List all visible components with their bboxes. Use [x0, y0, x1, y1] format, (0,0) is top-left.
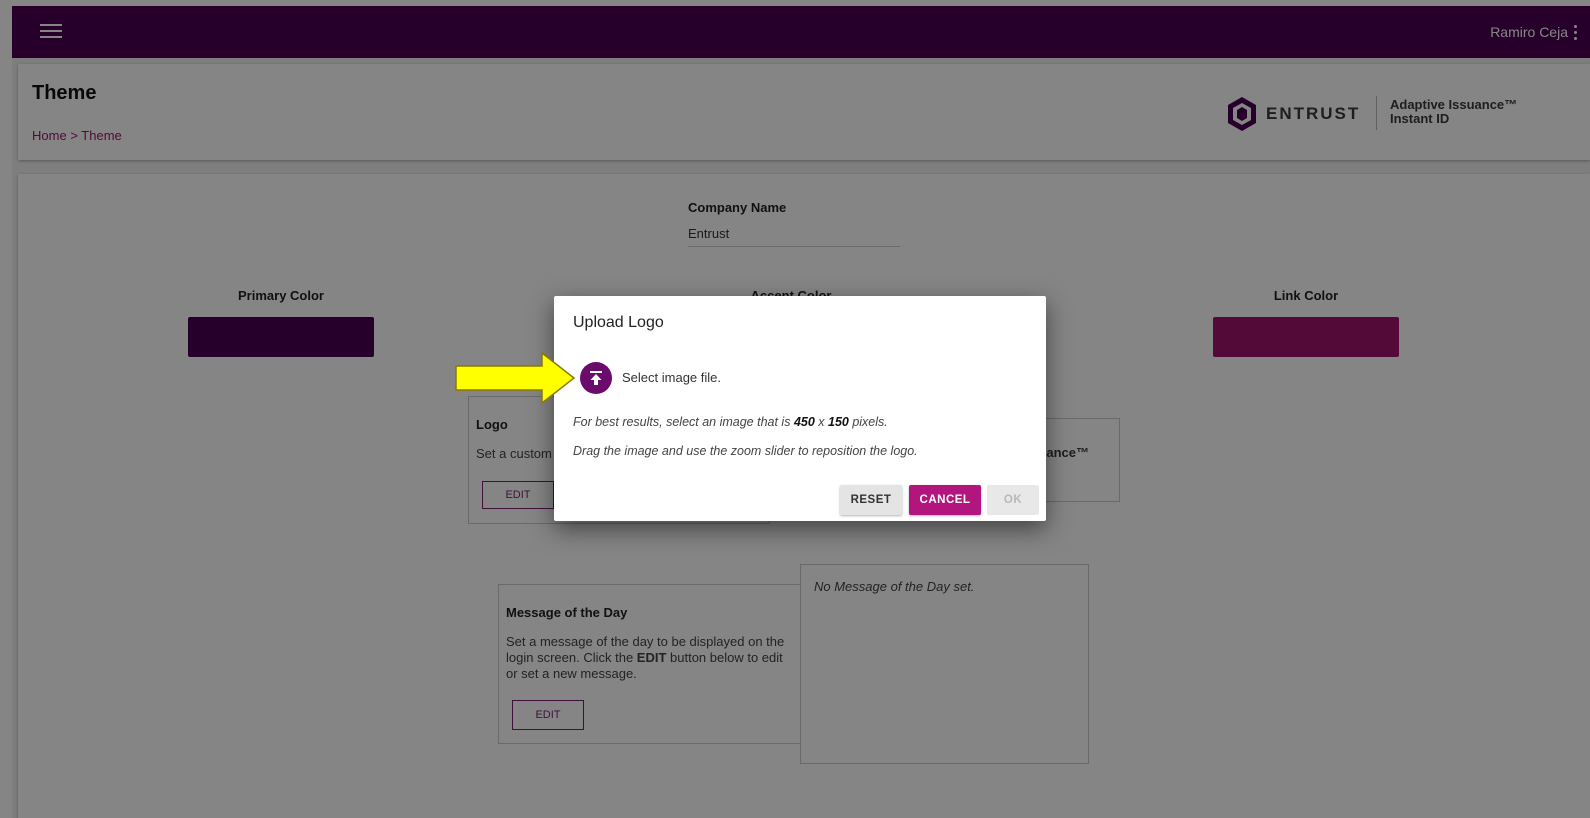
ok-button[interactable]: OK [987, 485, 1039, 515]
size-hint-prefix: For best results, select an image that i… [573, 415, 794, 429]
dialog-title: Upload Logo [573, 314, 664, 331]
upload-logo-dialog: Upload Logo Select image file. For best … [554, 296, 1046, 521]
annotation-arrow-icon [455, 352, 575, 404]
reset-button[interactable]: RESET [840, 485, 902, 515]
select-image-label[interactable]: Select image file. [622, 370, 721, 385]
size-hint-suffix: pixels. [848, 415, 888, 429]
size-hint: For best results, select an image that i… [573, 415, 888, 429]
reposition-hint: Drag the image and use the zoom slider t… [573, 444, 918, 458]
size-hint-width: 450 [793, 415, 815, 429]
upload-icon [590, 371, 602, 385]
upload-button[interactable] [580, 362, 612, 394]
size-hint-height: 150 [828, 415, 849, 429]
size-hint-x: x [814, 415, 828, 429]
cancel-button[interactable]: CANCEL [909, 485, 981, 515]
